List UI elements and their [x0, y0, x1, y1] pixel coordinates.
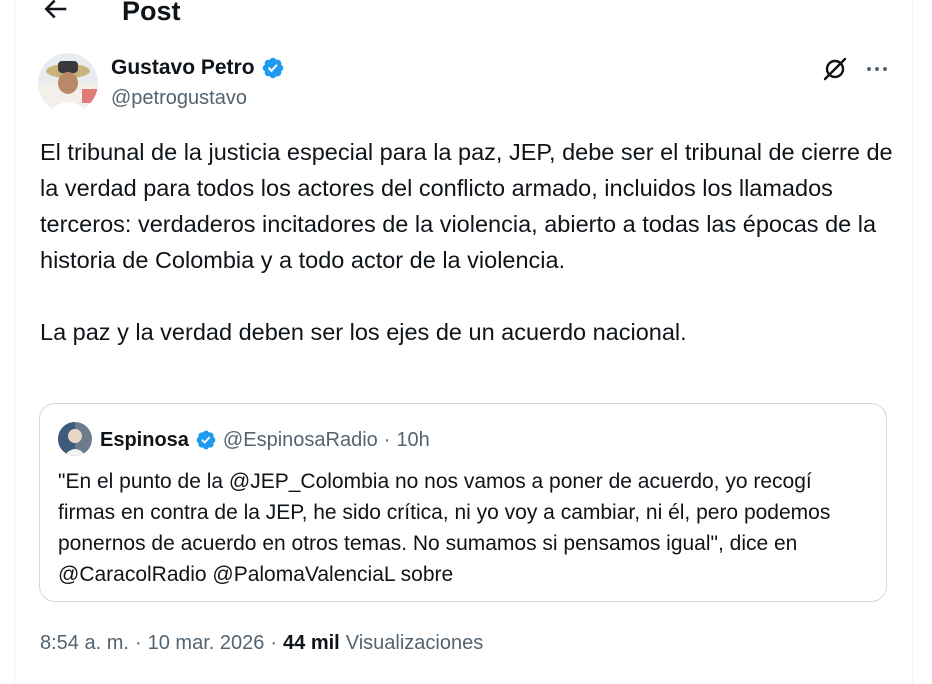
verified-badge-icon — [196, 430, 216, 450]
column-border-left — [14, 0, 15, 684]
header: Post — [0, 0, 932, 30]
author-name[interactable]: Gustavo Petro — [111, 55, 255, 81]
separator-dot: · — [383, 429, 391, 451]
page-title: Post — [122, 0, 181, 26]
tweet-meta: 8:54 a. m. · 10 mar. 2026 · 44 mil Visua… — [40, 630, 483, 656]
quote-author-name: Espinosa — [100, 429, 189, 451]
author-name-line: Gustavo Petro — [111, 55, 285, 81]
tweet-paragraph: El tribunal de la justicia especial para… — [40, 139, 893, 273]
quote-name-line: Espinosa @EspinosaRadio · 10h — [100, 427, 430, 453]
back-button[interactable] — [40, 0, 70, 24]
column-border-right — [912, 0, 913, 684]
quote-text: "En el punto de la @JEP_Colombia no nos … — [58, 470, 831, 586]
author-avatar[interactable] — [38, 53, 98, 113]
grok-icon — [823, 57, 847, 81]
tweet-paragraph: La paz y la verdad deben ser los ejes de… — [40, 319, 687, 345]
tweet-time[interactable]: 8:54 a. m. — [40, 630, 129, 656]
more-dots-icon — [867, 67, 887, 71]
quoted-tweet[interactable]: Espinosa @EspinosaRadio · 10h "En el pun… — [39, 403, 887, 602]
more-options-button[interactable] — [862, 54, 892, 84]
tweet-text: El tribunal de la justicia especial para… — [40, 134, 900, 350]
quote-timestamp: 10h — [396, 429, 430, 451]
tweet-date[interactable]: 10 mar. 2026 — [148, 630, 265, 656]
separator-dot: · — [270, 632, 278, 654]
arrow-left-icon — [44, 0, 67, 19]
separator-dot: · — [134, 632, 142, 654]
views-count: 44 mil — [283, 632, 340, 654]
grok-button[interactable] — [820, 54, 850, 84]
quote-avatar[interactable] — [58, 422, 92, 456]
verified-badge-icon — [262, 57, 283, 79]
views-label: Visualizaciones — [345, 632, 484, 654]
quote-author-handle: @EspinosaRadio — [222, 429, 378, 451]
author-handle[interactable]: @petrogustavo — [111, 86, 247, 110]
